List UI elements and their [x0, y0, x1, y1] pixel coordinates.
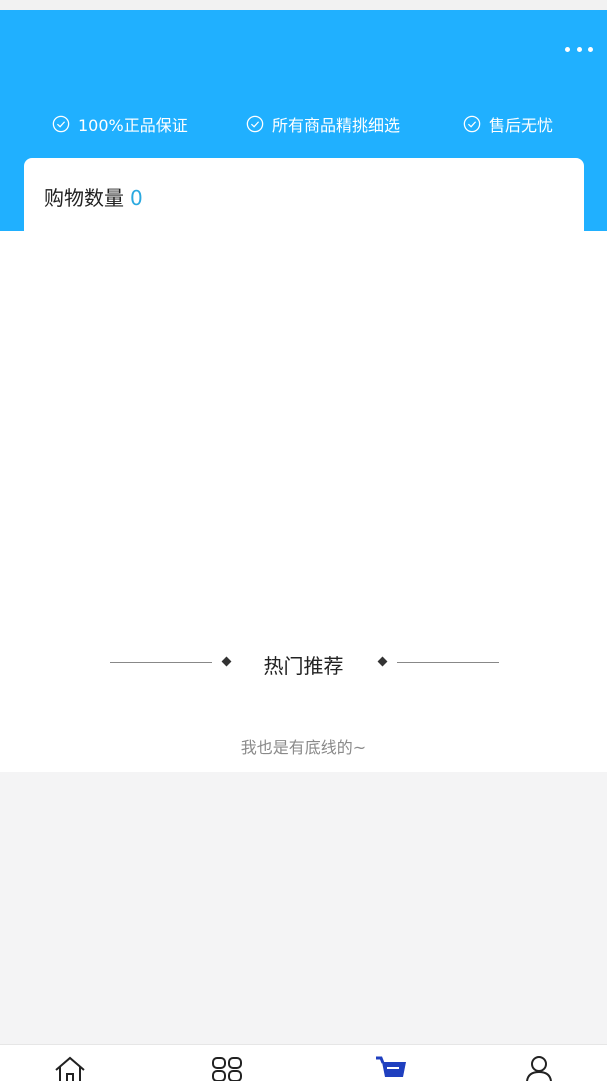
tab-category[interactable] [207, 1055, 247, 1081]
recommend-title: 热门推荐 [263, 654, 344, 678]
guarantee-item: 100%正品保证 [52, 110, 188, 138]
guarantee-label: 售后无忧 [489, 116, 554, 135]
check-circle-icon [52, 115, 70, 133]
status-strip [0, 0, 607, 10]
home-icon [55, 1056, 85, 1081]
bottom-tab-bar [0, 1044, 607, 1081]
cart-quantity: 购物数量 0 [44, 182, 143, 211]
more-icon[interactable] [565, 44, 593, 54]
cart-quantity-label: 购物数量 [44, 186, 124, 210]
content-background [0, 772, 607, 1044]
user-icon [526, 1056, 552, 1081]
end-of-list-note: 我也是有底线的~ [240, 738, 367, 757]
divider-right [397, 662, 499, 663]
guarantee-label: 所有商品精挑细选 [272, 116, 401, 135]
guarantee-item: 售后无忧 [463, 110, 553, 138]
cart-quantity-value: 0 [130, 186, 143, 210]
tab-profile[interactable] [519, 1055, 559, 1081]
guarantee-item: 所有商品精挑细选 [246, 110, 400, 138]
recommend-section-title: 热门推荐 [0, 648, 607, 680]
tab-cart[interactable] [371, 1055, 411, 1081]
guarantee-label: 100%正品保证 [78, 116, 188, 135]
tab-home[interactable] [50, 1055, 90, 1081]
check-circle-icon [463, 115, 481, 133]
cart-summary-card: 购物数量 0 [24, 158, 584, 278]
cart-icon [376, 1056, 406, 1077]
check-circle-icon [246, 115, 264, 133]
guarantee-list: 100%正品保证 所有商品精挑细选 售后无忧 [0, 110, 607, 138]
category-grid-icon [212, 1057, 242, 1081]
